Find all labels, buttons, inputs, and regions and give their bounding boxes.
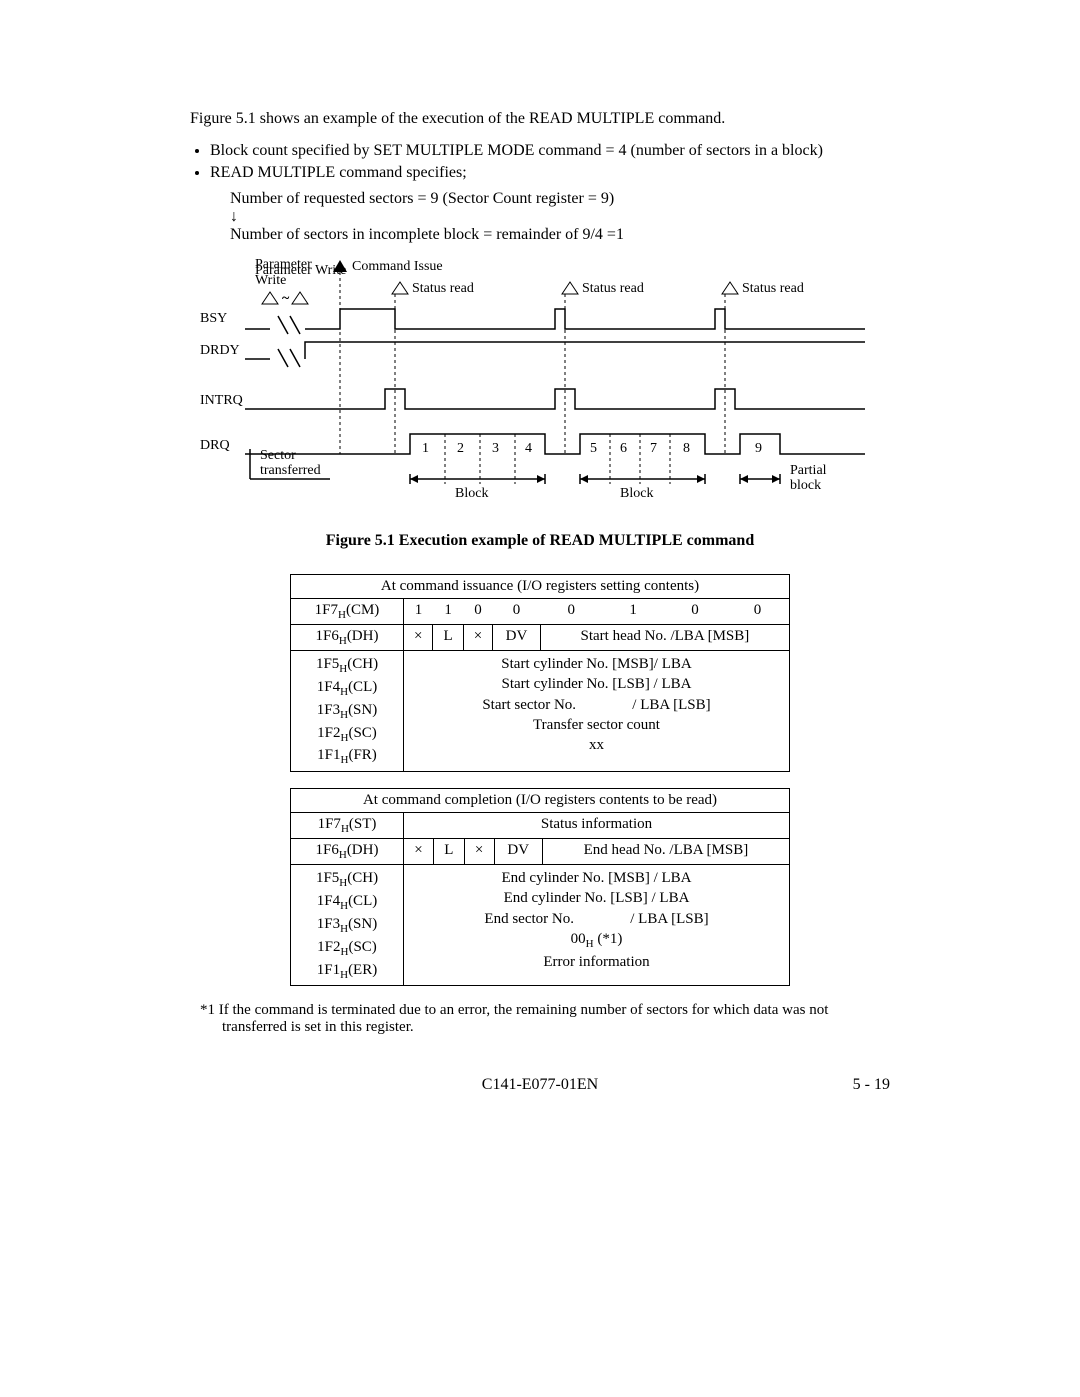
sector-num: 1 (422, 441, 429, 456)
sector-num: 7 (650, 441, 657, 456)
label-command-issue: Command Issue (352, 259, 443, 274)
bullet-2: READ MULTIPLE command specifies; (210, 164, 890, 182)
issuance-table: At command issuance (I/O registers setti… (290, 574, 790, 772)
sector-num: 8 (683, 441, 690, 456)
label-status-read-3: Status read (742, 281, 804, 296)
bullet-2a: READ MULTIPLE command specifies; (210, 164, 467, 181)
timing-diagram: .l { stroke:#000; stroke-width:1.5; fill… (200, 254, 880, 514)
intro-text: Figure 5.1 shows an example of the execu… (190, 110, 890, 128)
label-intrq: INTRQ (200, 393, 243, 408)
label-block: Block (455, 486, 488, 501)
sector-num: 5 (590, 441, 597, 456)
reg-block-labels-2: 1F5H(CH) 1F4H(CL) 1F3H(SN) 1F2H(SC) 1F1H… (291, 865, 404, 986)
bullet-2b: Number of requested sectors = 9 (Sector … (230, 190, 890, 208)
figure-caption: Figure 5.1 Execution example of READ MUL… (190, 532, 890, 550)
svg-text:~: ~ (282, 291, 290, 306)
label-status-read-1: Status read (412, 281, 474, 296)
bullet-2d: Number of sectors in incomplete block = … (230, 226, 890, 244)
footnote: *1 If the command is terminated due to a… (200, 1002, 890, 1036)
svg-text:Partial: Partial (790, 463, 827, 478)
label-bsy: BSY (200, 311, 227, 326)
bullet-1: Block count specified by SET MULTIPLE MO… (210, 142, 890, 160)
label-block: Block (620, 486, 653, 501)
reg-dh-2: 1F6H(DH) (291, 839, 404, 865)
svg-text:Parameter: Parameter (255, 257, 312, 272)
sector-num: 6 (620, 441, 627, 456)
bullet-list: Block count specified by SET MULTIPLE MO… (210, 142, 890, 182)
sector-num: 9 (755, 441, 762, 456)
status-read-marker-icon (722, 282, 738, 294)
reg-dh: 1F6H(DH) (291, 625, 404, 651)
svg-text:block: block (790, 478, 821, 493)
label-drq: DRQ (200, 438, 230, 453)
svg-text:transferred: transferred (260, 463, 321, 478)
label-status-read-2: Status read (582, 281, 644, 296)
footer-page: 5 - 19 (853, 1076, 890, 1094)
status-read-marker-icon (562, 282, 578, 294)
reg-st: 1F7H(ST) (291, 813, 404, 839)
down-arrow-icon: ↓ (230, 208, 890, 226)
triangle-icon (292, 292, 308, 304)
triangle-icon (262, 292, 278, 304)
reg-block-values: Start cylinder No. [MSB]/ LBA Start cyli… (404, 651, 790, 772)
reg-cm: 1F7H(CM) (291, 599, 404, 625)
svg-text:Sector: Sector (260, 448, 296, 463)
label-drdy: DRDY (200, 343, 240, 358)
sector-num: 3 (492, 441, 499, 456)
reg-block-values-2: End cylinder No. [MSB] / LBA End cylinde… (404, 865, 790, 986)
sector-num: 4 (525, 441, 532, 456)
completion-table: At command completion (I/O registers con… (290, 788, 790, 986)
table2-title: At command completion (I/O registers con… (291, 789, 790, 813)
reg-block-labels: 1F5H(CH) 1F4H(CL) 1F3H(SN) 1F2H(SC) 1F1H… (291, 651, 404, 772)
svg-text:Write: Write (255, 273, 286, 288)
footer-docnum: C141-E077-01EN (482, 1076, 598, 1093)
sector-num: 2 (457, 441, 464, 456)
status-read-marker-icon (392, 282, 408, 294)
table1-title: At command issuance (I/O registers setti… (291, 575, 790, 599)
